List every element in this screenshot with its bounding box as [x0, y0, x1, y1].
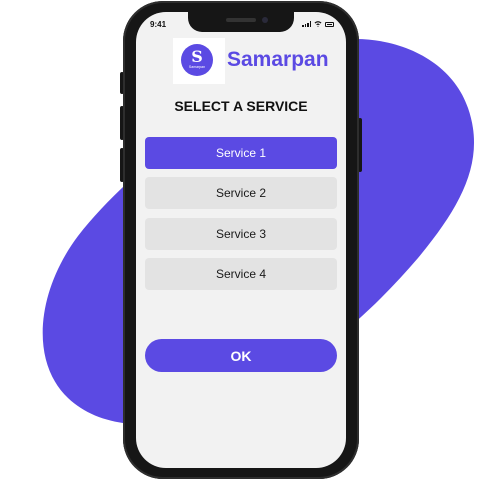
- logo: S Samarpan: [173, 38, 225, 84]
- phone-notch: [188, 12, 294, 32]
- logo-letter: S: [191, 47, 203, 66]
- camera-icon: [262, 17, 268, 23]
- service-option-4[interactable]: Service 4: [145, 258, 337, 290]
- ok-button[interactable]: OK: [145, 339, 337, 372]
- speaker-grille: [226, 18, 256, 22]
- signal-icon: [302, 21, 311, 27]
- logo-badge: S Samarpan: [181, 44, 213, 76]
- service-option-3[interactable]: Service 3: [145, 218, 337, 250]
- status-time: 9:41: [150, 20, 167, 29]
- service-option-1[interactable]: Service 1: [145, 137, 337, 169]
- status-icons: [302, 20, 334, 27]
- screen-title: SELECT A SERVICE: [174, 98, 308, 114]
- service-option-2[interactable]: Service 2: [145, 177, 337, 209]
- wifi-icon: [314, 21, 322, 27]
- battery-icon: [325, 22, 334, 27]
- logo-small-text: Samarpan: [188, 65, 206, 69]
- brand-name: Samarpan: [227, 48, 329, 71]
- phone-screen: 9:41 S Samarpan Samarpan SELECT A SERVIC…: [136, 12, 346, 468]
